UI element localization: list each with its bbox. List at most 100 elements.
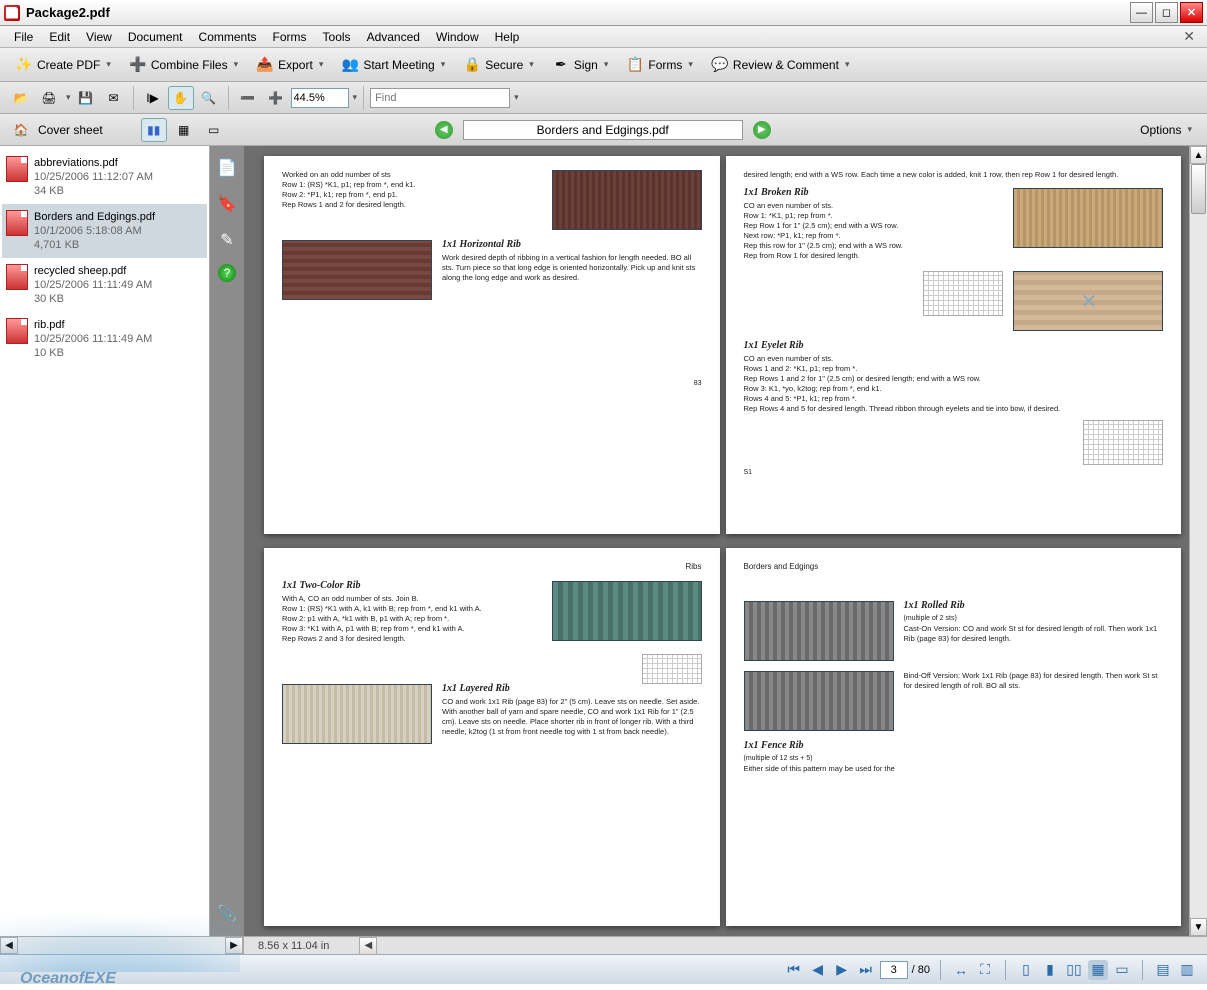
print-button[interactable]: 🖨: [36, 86, 62, 110]
home-button[interactable]: 🏠: [8, 118, 34, 142]
menu-bar: File Edit View Document Comments Forms T…: [0, 26, 1207, 48]
save-button[interactable]: 💾: [73, 86, 99, 110]
open-button[interactable]: 📂: [8, 86, 34, 110]
grid-view-button[interactable]: ▦: [171, 118, 197, 142]
file-item-recycled[interactable]: recycled sheep.pdf 10/25/2006 11:11:49 A…: [2, 258, 207, 312]
page-number-input[interactable]: [880, 961, 908, 979]
status-bar: ⏮ ◀ ▶ ⏭ / 80 ↔ ⛶ ▯ ▮ ▯▯ ▦ ▭ ▤ ▥: [0, 954, 1207, 984]
pages-tab[interactable]: 📄: [215, 156, 239, 180]
close-button[interactable]: ✕: [1180, 2, 1203, 23]
file-item-rib[interactable]: rib.pdf 10/25/2006 11:11:49 AM 10 KB: [2, 312, 207, 366]
scroll-thumb[interactable]: [1191, 164, 1206, 214]
detail-view-button[interactable]: ▭: [201, 118, 227, 142]
pdf-page: Ribs 1x1 Two-Color Rib With A, CO an odd…: [264, 548, 720, 926]
scroll-down-button[interactable]: ▼: [1190, 918, 1207, 936]
cursor-icon: I▶: [146, 91, 159, 105]
menu-document[interactable]: Document: [120, 28, 191, 46]
page-dimensions: 8.56 x 11.04 in: [258, 940, 329, 952]
two-up-button[interactable]: ▯▯: [1064, 960, 1084, 980]
pdf-page: Worked on an odd number of sts Row 1: (R…: [264, 156, 720, 534]
select-tool[interactable]: I▶: [140, 86, 166, 110]
lock-icon: 🔒: [463, 56, 481, 74]
hand-tool[interactable]: ✋: [168, 86, 194, 110]
first-page-button[interactable]: ⏮: [784, 960, 804, 980]
reading-mode-button[interactable]: ▭: [1112, 960, 1132, 980]
two-up-continuous-button[interactable]: ▦: [1088, 960, 1108, 980]
current-doc-title: Borders and Edgings.pdf: [463, 120, 743, 140]
secure-button[interactable]: 🔒Secure▾: [456, 52, 541, 78]
menu-window[interactable]: Window: [428, 28, 487, 46]
zoom-out-button[interactable]: ➖: [235, 86, 261, 110]
export-button[interactable]: 📤Export▾: [249, 52, 330, 78]
collapse-button[interactable]: ▤: [1153, 960, 1173, 980]
fit-width-button[interactable]: ↔: [951, 960, 971, 980]
file-item-borders[interactable]: Borders and Edgings.pdf 10/1/2006 5:18:0…: [2, 204, 207, 258]
menu-advanced[interactable]: Advanced: [359, 28, 428, 46]
combine-files-button[interactable]: ➕Combine Files▾: [122, 52, 245, 78]
save-icon: 💾: [78, 91, 93, 105]
create-pdf-button[interactable]: ✨Create PDF▾: [8, 52, 118, 78]
review-comment-button[interactable]: 💬Review & Comment▾: [704, 52, 857, 78]
page-spread[interactable]: Worked on an odd number of sts Row 1: (R…: [244, 146, 1189, 936]
menu-view[interactable]: View: [78, 28, 120, 46]
next-doc-button[interactable]: ▶: [753, 121, 771, 139]
menu-edit[interactable]: Edit: [41, 28, 78, 46]
hscroll-right[interactable]: ▶: [225, 937, 243, 954]
package-nav-bar: 🏠 Cover sheet ▮▮ ▦ ▭ ◀ Borders and Edgin…: [0, 114, 1207, 146]
last-page-button[interactable]: ⏭: [856, 960, 876, 980]
knit-swatch: [552, 581, 702, 641]
find-input[interactable]: [370, 88, 510, 108]
hscroll-row: ◀ ▶ 8.56 x 11.04 in ◀: [0, 936, 1207, 954]
doc-close-icon[interactable]: ✕: [1177, 28, 1201, 45]
toolbar-file: 📂 🖨▾ 💾 ✉ I▶ ✋ 🔍 ➖ ➕ ▾ ▾: [0, 82, 1207, 114]
how-to-tab[interactable]: ?: [218, 264, 236, 282]
signatures-tab[interactable]: ✎: [215, 228, 239, 252]
attachments-tab[interactable]: 📎: [215, 902, 239, 926]
plus-icon: ➕: [129, 56, 147, 74]
bookmarks-tab[interactable]: 🔖: [215, 192, 239, 216]
cover-sheet-label[interactable]: Cover sheet: [38, 123, 103, 137]
list-icon: ▮▮: [147, 123, 160, 137]
hscroll-left[interactable]: ◀: [0, 937, 18, 954]
fit-page-button[interactable]: ⛶: [975, 960, 995, 980]
forms-button[interactable]: 📋Forms▾: [619, 52, 700, 78]
folder-icon: 📂: [14, 91, 29, 105]
next-page-button[interactable]: ▶: [832, 960, 852, 980]
hscroll-track[interactable]: [18, 937, 225, 954]
menu-file[interactable]: File: [6, 28, 41, 46]
app-icon: [4, 5, 20, 21]
vertical-scrollbar[interactable]: ▲ ▼: [1189, 146, 1207, 936]
continuous-button[interactable]: ▮: [1040, 960, 1060, 980]
minimize-button[interactable]: —: [1130, 2, 1153, 23]
window-title: Package2.pdf: [26, 5, 110, 20]
minus-icon: ➖: [240, 91, 255, 105]
maximize-button[interactable]: ◻: [1155, 2, 1178, 23]
email-button[interactable]: ✉: [101, 86, 127, 110]
zoom-input[interactable]: [291, 88, 349, 108]
file-item-abbreviations[interactable]: abbreviations.pdf 10/25/2006 11:12:07 AM…: [2, 150, 207, 204]
stitch-chart: [923, 271, 1003, 316]
export-icon: 📤: [256, 56, 274, 74]
hand-icon: ✋: [173, 91, 188, 105]
expand-button[interactable]: ▥: [1177, 960, 1197, 980]
single-page-button[interactable]: ▯: [1016, 960, 1036, 980]
pdf-icon: [6, 156, 28, 182]
menu-forms[interactable]: Forms: [265, 28, 315, 46]
menu-comments[interactable]: Comments: [191, 28, 265, 46]
hscroll-left-2[interactable]: ◀: [359, 937, 377, 955]
start-meeting-button[interactable]: 👥Start Meeting▾: [334, 52, 452, 78]
options-button[interactable]: Options▾: [1133, 119, 1199, 141]
marquee-zoom-tool[interactable]: 🔍: [196, 86, 222, 110]
knit-swatch: [1013, 188, 1163, 248]
meeting-icon: 👥: [341, 56, 359, 74]
cloud-icon: 💬: [711, 56, 729, 74]
scroll-up-button[interactable]: ▲: [1190, 146, 1207, 164]
prev-page-button[interactable]: ◀: [808, 960, 828, 980]
sign-button[interactable]: ✒Sign▾: [545, 52, 616, 78]
zoom-in-button[interactable]: ➕: [263, 86, 289, 110]
menu-tools[interactable]: Tools: [315, 28, 359, 46]
menu-help[interactable]: Help: [487, 28, 528, 46]
pdf-icon: [6, 210, 28, 236]
list-view-button[interactable]: ▮▮: [141, 118, 167, 142]
prev-doc-button[interactable]: ◀: [435, 121, 453, 139]
